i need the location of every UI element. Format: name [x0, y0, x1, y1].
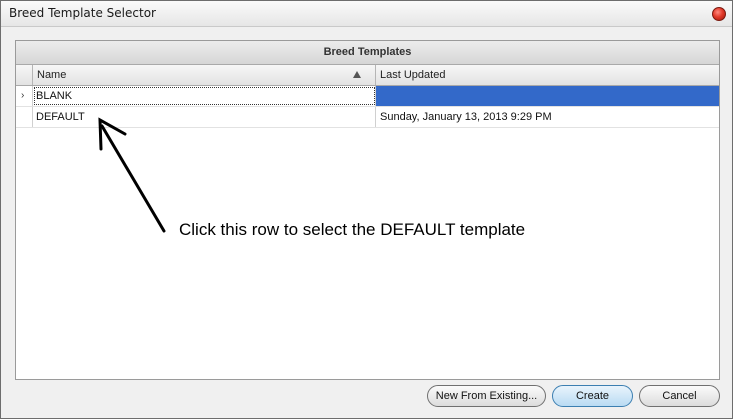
close-icon[interactable]: [712, 7, 726, 21]
cancel-button[interactable]: Cancel: [639, 385, 720, 407]
column-header-name-label: Name: [37, 69, 67, 81]
cell-last-updated[interactable]: [376, 86, 719, 106]
new-from-existing-button[interactable]: New From Existing...: [427, 385, 546, 407]
annotation-text: Click this row to select the DEFAULT tem…: [179, 220, 526, 239]
create-button[interactable]: Create: [552, 385, 633, 407]
window-title: Breed Template Selector: [9, 6, 156, 20]
row-indicator: ›: [16, 86, 33, 106]
chevron-right-icon: ›: [21, 90, 25, 101]
grid-title: Breed Templates: [16, 41, 719, 65]
breed-templates-grid: Breed Templates Name Last Updated › BLAN…: [15, 40, 720, 380]
title-bar[interactable]: Breed Template Selector: [1, 1, 732, 27]
row-indicator: [16, 107, 33, 127]
column-header-name[interactable]: Name: [33, 65, 376, 85]
table-row-default[interactable]: DEFAULT Sunday, January 13, 2013 9:29 PM: [16, 107, 719, 128]
table-row-blank[interactable]: › BLANK: [16, 86, 719, 107]
grid-header: Name Last Updated: [16, 65, 719, 86]
row-indicator-header: [16, 65, 33, 85]
column-header-last-updated[interactable]: Last Updated: [376, 65, 719, 85]
sort-ascending-icon: [353, 71, 361, 78]
breed-template-selector-window: Breed Template Selector Breed Templates …: [0, 0, 733, 419]
column-header-last-updated-label: Last Updated: [380, 69, 446, 81]
cell-name[interactable]: DEFAULT: [33, 107, 376, 127]
cell-last-updated[interactable]: Sunday, January 13, 2013 9:29 PM: [376, 107, 719, 127]
cell-name[interactable]: BLANK: [33, 86, 376, 106]
